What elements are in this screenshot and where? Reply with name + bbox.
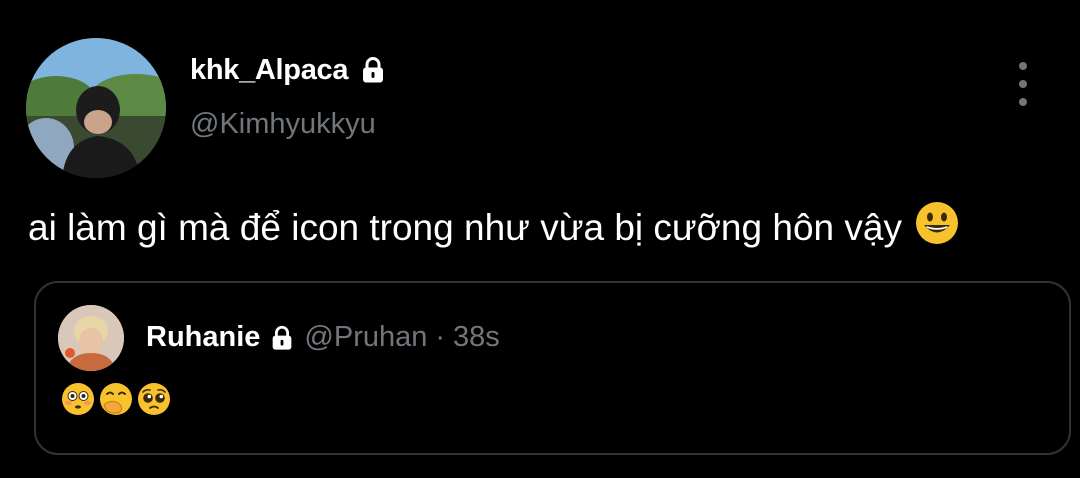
tweet: khk_Alpaca @Kimhyukkyu ai làm gì mà để i… — [0, 0, 1080, 478]
quoted-handle: @Pruhan — [304, 321, 428, 353]
more-vertical-icon — [1019, 62, 1027, 70]
author-handle[interactable]: @Kimhyukkyu — [190, 108, 376, 141]
more-vertical-icon-dot — [1019, 80, 1027, 88]
separator-dot: · — [435, 321, 446, 353]
lock-icon — [358, 55, 388, 85]
more-options-button[interactable] — [1008, 62, 1038, 106]
quoted-tweet-card[interactable]: Ruhanie @Pruhan · 38s — [34, 281, 1071, 455]
avatar-photo — [26, 38, 166, 178]
lock-icon — [268, 324, 296, 352]
pleading-face-icon — [136, 381, 172, 422]
tweet-text: ai làm gì mà để icon trong như vừa bị cư… — [28, 206, 902, 248]
tweet-body: ai làm gì mà để icon trong như vừa bị cư… — [28, 200, 960, 255]
quoted-timestamp: 38s — [453, 321, 500, 353]
quoted-avatar-photo — [58, 305, 124, 371]
quoted-author-avatar[interactable] — [58, 305, 124, 371]
quoted-tweet-header: Ruhanie @Pruhan · 38s — [146, 321, 500, 354]
grinning-face-icon — [914, 200, 960, 255]
flushed-face-icon — [60, 381, 96, 422]
quoted-tweet-text — [60, 381, 172, 422]
more-vertical-icon-dot — [1019, 98, 1027, 106]
author-name-row: khk_Alpaca — [190, 52, 388, 88]
author-avatar[interactable] — [26, 38, 166, 178]
face-with-hand-over-mouth-icon — [98, 381, 134, 422]
quoted-display-name: Ruhanie — [146, 321, 261, 353]
author-display-name[interactable]: khk_Alpaca — [190, 54, 349, 87]
